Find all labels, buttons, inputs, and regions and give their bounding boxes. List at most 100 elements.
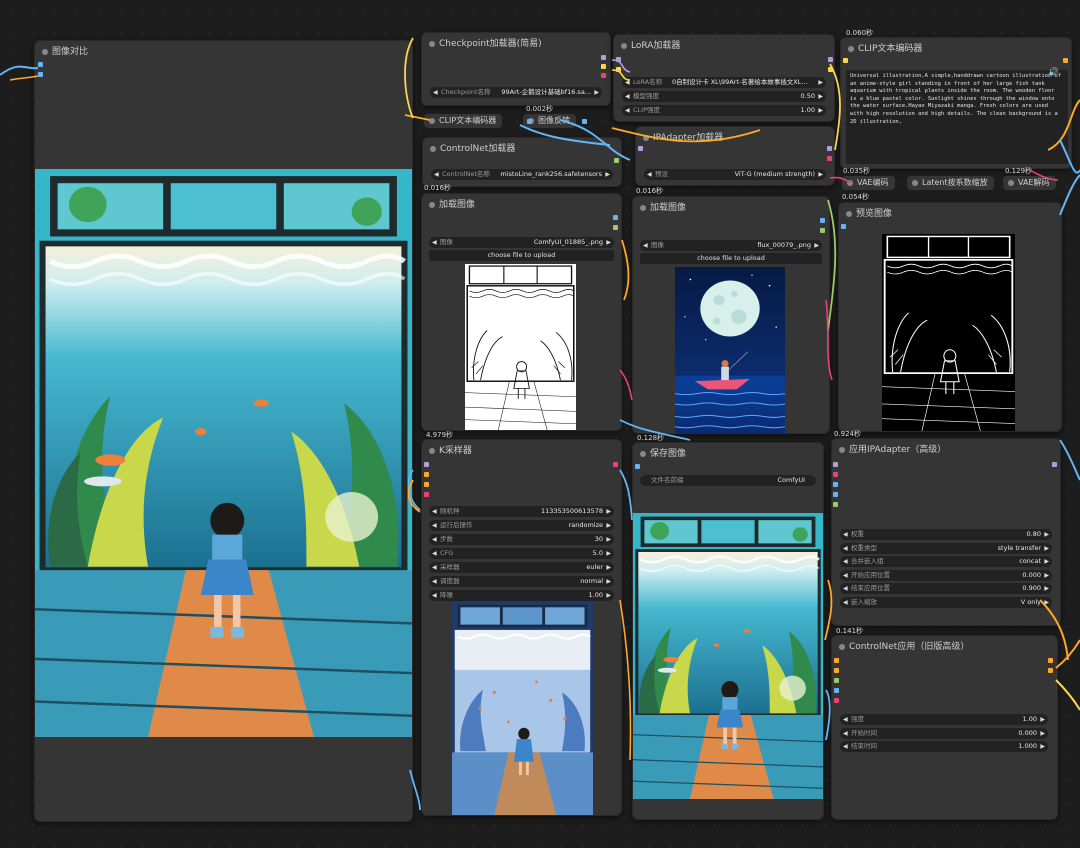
- lora-out-model[interactable]: [828, 57, 833, 62]
- next-arrow-icon[interactable]: ▶: [1044, 570, 1049, 581]
- ipadapter-loader-out-ipa[interactable]: [827, 156, 832, 161]
- lora-in-model[interactable]: [616, 57, 621, 62]
- image-compare-node[interactable]: 图像对比: [34, 40, 413, 822]
- prev-arrow-icon[interactable]: ◀: [432, 237, 437, 248]
- prev-arrow-icon[interactable]: ◀: [647, 169, 652, 180]
- apply-controlnet-node[interactable]: ControlNet应用（旧版高级） ◀ 强度 1.00 ▶ ◀ 开始时间 0.000 ▶ ◀ 结…: [831, 635, 1058, 820]
- prev-arrow-icon[interactable]: ◀: [625, 105, 630, 116]
- ksampler-in-model[interactable]: [424, 462, 429, 467]
- save-in-image[interactable]: [635, 464, 640, 469]
- next-arrow-icon[interactable]: ▶: [594, 87, 599, 98]
- apply-cn-in-positive[interactable]: [834, 658, 839, 663]
- prev-arrow-icon[interactable]: ◀: [432, 506, 437, 517]
- next-arrow-icon[interactable]: ▶: [606, 520, 611, 531]
- save-image-node[interactable]: 保存图像 文件名前缀 ComfyUI: [632, 442, 824, 820]
- ksampler-widget-3[interactable]: ◀ CFG 5.0 ▶: [429, 548, 614, 559]
- next-arrow-icon[interactable]: ▶: [1040, 728, 1045, 739]
- ipadapter-widget-5[interactable]: ◀ 嵌入缩放 V only ▶: [840, 597, 1052, 608]
- next-arrow-icon[interactable]: ▶: [606, 562, 611, 573]
- load-image-node-1[interactable]: 加载图像 ◀ 图像 ComfyUI_01885_.png ▶ choose fi…: [421, 193, 622, 431]
- ksampler-widget-4[interactable]: ◀ 采样器 euler ▶: [429, 562, 614, 573]
- load-image-2-out-image[interactable]: [820, 218, 825, 223]
- compare-input-b[interactable]: [38, 72, 43, 77]
- ckpt-out-clip[interactable]: [601, 64, 606, 69]
- next-arrow-icon[interactable]: ▶: [1044, 543, 1049, 554]
- ckpt-out-vae[interactable]: [601, 73, 606, 78]
- prev-arrow-icon[interactable]: ◀: [625, 91, 630, 102]
- ipadapter-preset-widget[interactable]: ◀ 预设 ViT-G (medium strength) ▶: [644, 169, 826, 180]
- prev-arrow-icon[interactable]: ◀: [843, 714, 848, 725]
- next-arrow-icon[interactable]: ▶: [606, 237, 611, 248]
- apply-ipa-out-model[interactable]: [1052, 462, 1057, 467]
- apply-cn-out-positive[interactable]: [1048, 658, 1053, 663]
- next-arrow-icon[interactable]: ▶: [818, 105, 823, 116]
- apply-cn-in-image[interactable]: [834, 688, 839, 693]
- prev-arrow-icon[interactable]: ◀: [432, 576, 437, 587]
- controlnet-widget-2[interactable]: ◀ 结束时间 1.000 ▶: [840, 741, 1048, 753]
- controlnet-widget-0[interactable]: ◀ 强度 1.00 ▶: [840, 714, 1048, 725]
- prev-arrow-icon[interactable]: ◀: [843, 529, 848, 540]
- apply-cn-in-negative[interactable]: [834, 668, 839, 673]
- next-arrow-icon[interactable]: ▶: [606, 548, 611, 559]
- upload-button[interactable]: choose file to upload: [429, 250, 614, 261]
- clip-text-encode-node[interactable]: CLIP文本编码器 Universal illustration,A simpl…: [840, 37, 1072, 169]
- prev-arrow-icon[interactable]: ◀: [432, 534, 437, 545]
- prev-arrow-icon[interactable]: ◀: [843, 597, 848, 608]
- invert-out[interactable]: [582, 119, 587, 124]
- filename-prefix-widget[interactable]: 文件名前缀 ComfyUI: [640, 475, 816, 486]
- clip-top-in-clip[interactable]: [843, 58, 848, 63]
- next-arrow-icon[interactable]: ▶: [818, 169, 823, 180]
- compare-input-a[interactable]: [38, 62, 43, 67]
- controlnet-loader-out[interactable]: [614, 158, 619, 163]
- apply-ipadapter-node[interactable]: 应用IPAdapter（高级） ◀ 权重 0.80 ▶ ◀ 权重类型 style trans…: [831, 438, 1061, 626]
- next-arrow-icon[interactable]: ▶: [606, 576, 611, 587]
- next-arrow-icon[interactable]: ▶: [606, 534, 611, 545]
- next-arrow-icon[interactable]: ▶: [1040, 741, 1045, 752]
- lora-name-widget[interactable]: ◀ LoRA名称 0自制设计卡 XL\99Art-名著绘本故事插文XL... ▶: [622, 77, 826, 88]
- preview-in-image[interactable]: [841, 224, 846, 229]
- preview-image-node[interactable]: 预览图像: [838, 202, 1062, 432]
- next-arrow-icon[interactable]: ▶: [1044, 529, 1049, 540]
- prev-arrow-icon[interactable]: ◀: [843, 543, 848, 554]
- prev-arrow-icon[interactable]: ◀: [434, 169, 439, 180]
- invert-in[interactable]: [527, 119, 532, 124]
- next-arrow-icon[interactable]: ▶: [605, 169, 610, 180]
- next-arrow-icon[interactable]: ▶: [1044, 556, 1049, 567]
- apply-cn-in-vae[interactable]: [834, 698, 839, 703]
- ckpt-out-model[interactable]: [601, 55, 606, 60]
- ckpt-name-widget[interactable]: ◀ Checkpoint名称 99Art-企鹅设计基础bf16.sa... ▶: [430, 87, 602, 98]
- prev-arrow-icon[interactable]: ◀: [843, 728, 848, 739]
- ipadapter-widget-0[interactable]: ◀ 权重 0.80 ▶: [840, 529, 1052, 540]
- next-arrow-icon[interactable]: ▶: [1040, 714, 1045, 725]
- load-image-2-out-mask[interactable]: [820, 228, 825, 233]
- next-arrow-icon[interactable]: ▶: [818, 91, 823, 102]
- clip-text-encode-mini-node[interactable]: CLIP文本编码器: [424, 114, 503, 128]
- prev-arrow-icon[interactable]: ◀: [432, 590, 437, 601]
- next-arrow-icon[interactable]: ▶: [1044, 583, 1049, 594]
- ipadapter-loader-node[interactable]: IPAdapter加载器 ◀ 预设 ViT-G (medium strength…: [635, 126, 835, 186]
- prompt-textarea[interactable]: Universal illustration,A simple,handdraw…: [846, 70, 1068, 164]
- apply-ipa-in-negative[interactable]: [833, 492, 838, 497]
- clip-strength-widget[interactable]: ◀ CLIP强度 1.00 ▶: [622, 105, 826, 116]
- controlnet-name-widget[interactable]: ◀ ControlNet名称 mistoLine_rank256.safeten…: [431, 169, 613, 180]
- prev-arrow-icon[interactable]: ◀: [843, 741, 848, 752]
- next-arrow-icon[interactable]: ▶: [1044, 597, 1049, 608]
- clip-top-out-cond[interactable]: [1063, 58, 1068, 63]
- model-strength-widget[interactable]: ◀ 模型强度 0.50 ▶: [622, 91, 826, 102]
- ipadapter-loader-out-model[interactable]: [827, 146, 832, 151]
- ksampler-in-negative[interactable]: [424, 482, 429, 487]
- prev-arrow-icon[interactable]: ◀: [625, 77, 630, 88]
- ipadapter-widget-1[interactable]: ◀ 权重类型 style transfer ▶: [840, 542, 1052, 554]
- prev-arrow-icon[interactable]: ◀: [432, 520, 437, 531]
- load-image-1-out-image[interactable]: [613, 215, 618, 220]
- load-image-1-out-mask[interactable]: [613, 225, 618, 230]
- ksampler-widget-6[interactable]: ◀ 降噪 1.00 ▶: [429, 590, 614, 601]
- ipadapter-loader-in[interactable]: [638, 146, 643, 151]
- ipadapter-widget-3[interactable]: ◀ 开始应用位置 0.000 ▶: [840, 569, 1052, 581]
- ipadapter-widget-2[interactable]: ◀ 合并嵌入组 concat ▶: [840, 556, 1052, 568]
- ksampler-node[interactable]: K采样器 ◀ 随机种 113353500613578 ▶ ◀ 运行后操作 randomize…: [421, 439, 622, 816]
- vae-encode-node[interactable]: VAE编码: [842, 176, 895, 190]
- checkpoint-loader-node[interactable]: Checkpoint加载器(简易) ◀ Checkpoint名称 99Art-企…: [421, 32, 611, 106]
- load-image-node-2[interactable]: 加载图像 ◀ 图像 flux_00079_.png ▶ choose file …: [632, 196, 830, 434]
- lora-in-clip[interactable]: [616, 67, 621, 72]
